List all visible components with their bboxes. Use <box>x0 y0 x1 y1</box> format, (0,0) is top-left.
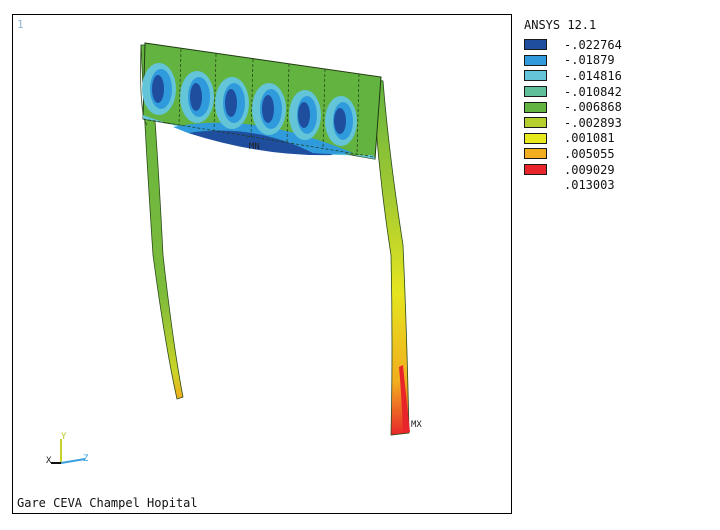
legend-swatch <box>524 164 547 176</box>
graphics-viewport[interactable]: 1 MN MX Y Z X Gare CEVA Champel Hopital <box>12 14 512 514</box>
legend-swatch <box>524 54 547 66</box>
legend-value: .001081 <box>564 131 615 146</box>
triad-x-label: X <box>46 456 52 466</box>
triad-z-label: Z <box>83 454 89 464</box>
legend-row: -.010842 <box>524 84 714 100</box>
model-title: Gare CEVA Champel Hopital <box>17 496 198 510</box>
legend-value: -.022764 <box>564 37 622 52</box>
legend-swatch <box>524 148 547 160</box>
legend-row: .013003 <box>524 177 714 193</box>
legend-swatch <box>524 132 547 144</box>
legend-value: .005055 <box>564 146 615 161</box>
contour-legend: ANSYS 12.1 -.022764 -.01879 -.014816 -.0108… <box>524 18 714 193</box>
legend-row: .005055 <box>524 146 714 162</box>
legend-value: -.006868 <box>564 100 622 115</box>
legend-value: -.010842 <box>564 84 622 99</box>
legend-row: -.006868 <box>524 99 714 115</box>
legend-swatch <box>524 39 547 51</box>
legend-swatch <box>524 70 547 82</box>
legend-row: .001081 <box>524 131 714 147</box>
legend-value: -.01879 <box>564 53 615 68</box>
legend-value: -.014816 <box>564 68 622 83</box>
legend-row: -.014816 <box>524 68 714 84</box>
legend-swatch <box>524 117 547 129</box>
max-label: MX <box>411 420 422 430</box>
legend-swatch <box>524 101 547 113</box>
fea-model: MN MX Y Z X <box>46 42 422 466</box>
legend-swatch <box>524 86 547 98</box>
triad-y-label: Y <box>61 432 67 442</box>
legend-value: .013003 <box>564 178 615 193</box>
legend-row: -.002893 <box>524 115 714 131</box>
legend-row: -.022764 <box>524 37 714 53</box>
min-label: MN <box>249 142 260 152</box>
legend-row: .009029 <box>524 162 714 178</box>
axis-triad: Y Z X <box>46 432 89 466</box>
legend-rows: -.022764 -.01879 -.014816 -.010842 -.006868-… <box>524 37 714 193</box>
legend-title: ANSYS 12.1 <box>524 18 597 32</box>
legend-value: .009029 <box>564 162 615 177</box>
legend-value: -.002893 <box>564 115 622 130</box>
legend-row: -.01879 <box>524 53 714 69</box>
